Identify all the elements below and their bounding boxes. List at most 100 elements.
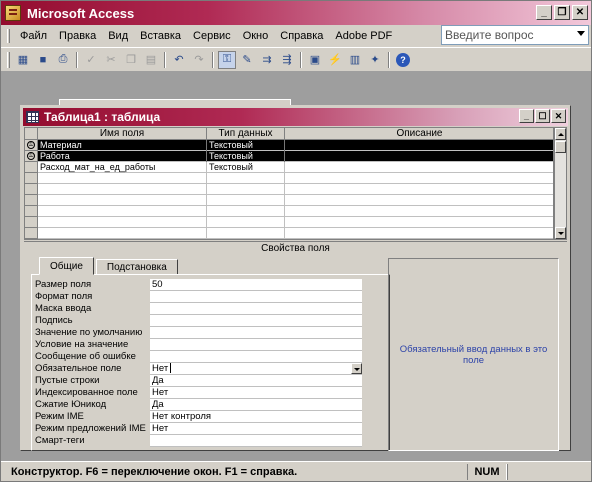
cut-icon[interactable]: ✂ (102, 51, 120, 69)
menu-grip[interactable] (7, 29, 10, 43)
indexed-input[interactable]: Нет (150, 387, 362, 399)
menu-window[interactable]: Окно (237, 30, 275, 42)
data-type-cell[interactable]: Текстовый (207, 151, 285, 162)
database-window-icon[interactable]: ▥ (346, 51, 364, 69)
redo-icon[interactable]: ↷ (190, 51, 208, 69)
field-name-cell[interactable]: Работа (38, 151, 207, 162)
validation-text-input[interactable] (150, 351, 362, 363)
ask-dropdown-arrow-icon[interactable] (577, 31, 585, 36)
menu-file[interactable]: Файл (14, 30, 53, 42)
row-selector[interactable]: ⚿ (25, 151, 38, 162)
allow-empty-input[interactable]: Да (150, 375, 362, 387)
menu-adobe-pdf[interactable]: Adobe PDF (329, 30, 398, 42)
print-icon[interactable]: ⎙ (54, 51, 72, 69)
data-type-cell[interactable] (207, 195, 285, 206)
default-value-input[interactable] (150, 327, 362, 339)
description-cell[interactable] (285, 228, 553, 239)
table-maximize-button[interactable]: ☐ (535, 109, 550, 123)
table-window-title-bar[interactable]: Таблица1 : таблица _ ☐ ✕ (23, 108, 568, 126)
scroll-down-arrow-icon[interactable] (555, 227, 566, 239)
scroll-up-arrow-icon[interactable] (555, 128, 566, 140)
insert-rows-icon[interactable]: ⇉ (258, 51, 276, 69)
field-name-cell[interactable] (38, 195, 207, 206)
required-select[interactable]: Нет (150, 363, 362, 375)
field-name-cell[interactable] (38, 184, 207, 195)
ime-sentence-mode-input[interactable]: Нет (150, 423, 362, 435)
field-name-cell[interactable]: Материал (38, 140, 207, 151)
data-type-cell[interactable] (207, 228, 285, 239)
field-grid-scrollbar[interactable] (554, 127, 567, 240)
help-icon[interactable]: ? (394, 51, 412, 69)
menu-tools[interactable]: Сервис (187, 30, 237, 42)
builder-icon[interactable]: ✎ (238, 51, 256, 69)
empty-row[interactable] (25, 217, 553, 228)
field-name-cell[interactable]: Расход_мат_на_ед_работы (38, 162, 207, 173)
table-row[interactable]: ⚿ Материал Текстовый (25, 140, 553, 151)
close-button[interactable]: ✕ (572, 5, 588, 20)
col-header-data-type[interactable]: Тип данных (207, 128, 285, 140)
minimize-button[interactable]: _ (536, 5, 552, 20)
ime-mode-input[interactable]: Нет контроля (150, 411, 362, 423)
scroll-thumb[interactable] (555, 141, 566, 153)
description-cell[interactable] (285, 184, 553, 195)
tab-general[interactable]: Общие (39, 257, 94, 275)
field-name-cell[interactable] (38, 206, 207, 217)
data-type-cell[interactable] (207, 217, 285, 228)
data-type-cell[interactable] (207, 206, 285, 217)
menu-help[interactable]: Справка (274, 30, 329, 42)
empty-row[interactable] (25, 173, 553, 184)
properties-icon[interactable]: ▣ (306, 51, 324, 69)
dropdown-arrow-icon[interactable] (351, 363, 362, 374)
field-name-cell[interactable] (38, 173, 207, 184)
save-icon[interactable]: ■ (34, 51, 52, 69)
empty-row[interactable] (25, 184, 553, 195)
field-size-input[interactable]: 50 (150, 279, 362, 291)
description-cell[interactable] (285, 151, 553, 162)
ask-question-box[interactable]: Введите вопрос (441, 25, 589, 45)
empty-row[interactable] (25, 228, 553, 239)
data-type-cell[interactable] (207, 173, 285, 184)
field-name-cell[interactable] (38, 228, 207, 239)
description-cell[interactable] (285, 206, 553, 217)
row-selector[interactable]: ⚿ (25, 140, 38, 151)
data-type-cell[interactable]: Текстовый (207, 162, 285, 173)
validation-rule-input[interactable] (150, 339, 362, 351)
col-header-description[interactable]: Описание (285, 128, 553, 140)
new-object-icon[interactable]: ✦ (366, 51, 384, 69)
input-mask-input[interactable] (150, 303, 362, 315)
table-row[interactable]: Расход_мат_на_ед_работы Текстовый (25, 162, 553, 173)
spell-icon[interactable]: ✓ (82, 51, 100, 69)
restore-button[interactable]: ❐ (554, 5, 570, 20)
menu-edit[interactable]: Правка (53, 30, 102, 42)
unicode-compression-input[interactable]: Да (150, 399, 362, 411)
col-header-field-name[interactable]: Имя поля (38, 128, 207, 140)
format-input[interactable] (150, 291, 362, 303)
description-cell[interactable] (285, 195, 553, 206)
description-cell[interactable] (285, 217, 553, 228)
toolbar-grip[interactable] (7, 51, 10, 68)
menu-insert[interactable]: Вставка (134, 30, 187, 42)
caption-input[interactable] (150, 315, 362, 327)
undo-icon[interactable]: ↶ (170, 51, 188, 69)
key-icon[interactable]: ⚿ (218, 50, 236, 69)
paste-icon[interactable]: ▤ (142, 51, 160, 69)
description-cell[interactable] (285, 140, 553, 151)
field-name-cell[interactable] (38, 217, 207, 228)
smart-tags-input[interactable] (150, 435, 362, 447)
table-row[interactable]: ⚿ Работа Текстовый (25, 151, 553, 162)
empty-row[interactable] (25, 195, 553, 206)
row-selector[interactable] (25, 206, 38, 217)
description-cell[interactable] (285, 173, 553, 184)
app-title-bar[interactable]: Microsoft Access _ ❐ ✕ (1, 1, 591, 25)
description-cell[interactable] (285, 162, 553, 173)
indexes-icon[interactable]: ⚡ (326, 51, 344, 69)
delete-rows-icon[interactable]: ⇶ (278, 51, 296, 69)
view-icon[interactable]: ▦ (14, 51, 32, 69)
row-selector[interactable] (25, 217, 38, 228)
row-selector[interactable] (25, 173, 38, 184)
row-selector[interactable] (25, 228, 38, 239)
menu-view[interactable]: Вид (102, 30, 134, 42)
data-type-cell[interactable] (207, 184, 285, 195)
table-close-button[interactable]: ✕ (551, 109, 566, 123)
data-type-cell[interactable]: Текстовый (207, 140, 285, 151)
